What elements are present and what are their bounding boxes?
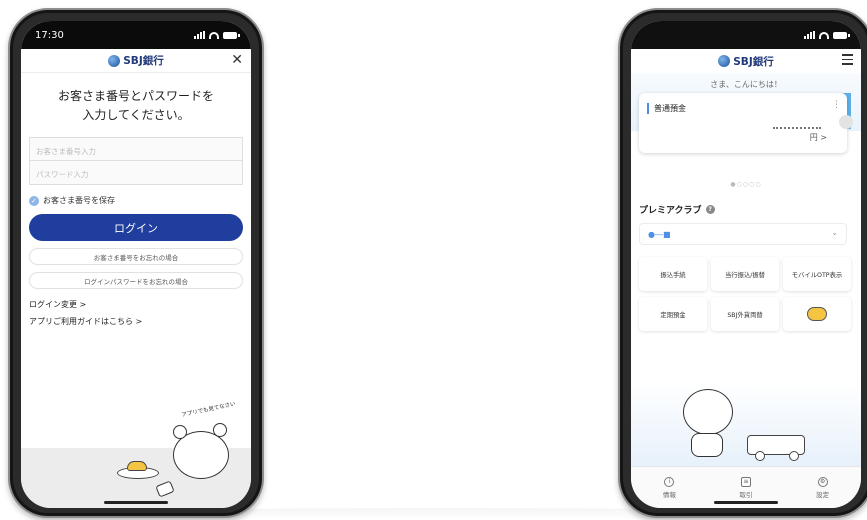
- club-rank-selector[interactable]: ●―■ ⌄: [639, 223, 847, 245]
- home-header: SBJ銀行: [631, 49, 861, 73]
- home-indicator: [714, 501, 778, 504]
- balance-currency-link[interactable]: 円 >: [810, 132, 827, 143]
- more-options-icon[interactable]: ⋮: [832, 100, 841, 110]
- title-line-2: 入力してください。: [82, 108, 190, 122]
- status-icons: [194, 31, 240, 39]
- illustration-area: [631, 381, 861, 466]
- app-guide-link[interactable]: アプリご利用ガイドはこちら >: [29, 316, 243, 327]
- tab-info[interactable]: i 情報: [631, 467, 708, 508]
- password-input[interactable]: パスワード入力: [29, 161, 243, 185]
- login-header: SBJ銀行 ✕: [21, 49, 251, 73]
- account-card[interactable]: 普通預金 ⋮ 円 >: [639, 93, 853, 153]
- wifi-icon: [209, 31, 219, 39]
- cart-wheel-icon: [755, 451, 765, 461]
- tab-settings[interactable]: ⚙ 設定: [784, 467, 861, 508]
- save-number-label: お客さま番号を保存: [43, 196, 115, 205]
- login-button[interactable]: ログイン: [29, 214, 243, 241]
- battery-icon: [223, 31, 240, 39]
- sbj-logo-mark-icon: [108, 54, 121, 67]
- menu-time-deposit[interactable]: 定期預金: [639, 297, 707, 331]
- sbj-logo-mark-icon: [718, 55, 731, 67]
- menu-icon[interactable]: [842, 54, 853, 68]
- close-icon[interactable]: ✕: [231, 52, 243, 68]
- menu-transfer-procedure[interactable]: 振込手続: [639, 257, 707, 291]
- brand-name: SBJ銀行: [123, 55, 164, 67]
- signal-icon: [804, 31, 815, 39]
- account-pager[interactable]: ●○○○○: [631, 181, 861, 188]
- bear-body-illustration: [691, 433, 723, 457]
- club-rank-value: ●―■: [648, 230, 671, 239]
- save-number-checkbox[interactable]: ✓ お客さま番号を保存: [29, 195, 243, 206]
- signal-icon: [194, 31, 205, 39]
- premier-club-title: プレミアクラブ: [639, 206, 702, 216]
- home-indicator: [104, 501, 168, 504]
- customer-number-input[interactable]: お客さま番号入力: [29, 137, 243, 161]
- forgot-number-button[interactable]: お客さま番号をお忘れの場合: [29, 248, 243, 265]
- menu-fx-exchange[interactable]: SBJ外貨両替: [711, 297, 779, 331]
- phone-home: SBJ銀行 さま、こんにちは！ 普通預金 ⋮ 円 > ●○○○○ プレミアクラブ…: [618, 8, 867, 518]
- login-change-link[interactable]: ログイン変更 >: [29, 299, 243, 310]
- tab-transactions-label: 取引: [739, 490, 753, 499]
- status-bar: 17:30: [21, 21, 251, 49]
- masked-balance: [773, 127, 821, 129]
- gear-icon: ⚙: [817, 476, 828, 487]
- bear-ear-icon: [173, 425, 187, 439]
- menu-internal-transfer[interactable]: 当行振込/振替: [711, 257, 779, 291]
- egg-character-icon: [807, 307, 827, 321]
- chevron-down-icon: ⌄: [831, 228, 838, 237]
- premier-club-header: プレミアクラブ ?: [639, 203, 715, 216]
- menu-mobile-otp[interactable]: モバイルOTP表示: [783, 257, 851, 291]
- bear-mascot-illustration: [683, 389, 733, 435]
- check-icon: ✓: [29, 195, 39, 206]
- tab-info-label: 情報: [662, 490, 676, 499]
- login-title: お客さま番号とパスワードを 入力してください。: [21, 87, 251, 125]
- screenshot-stage: 17:30 SBJ銀行 ✕ お客さま番号とパスワードを 入力してください。 お客…: [0, 0, 867, 520]
- status-icons: [804, 31, 850, 39]
- battery-icon: [833, 31, 850, 39]
- document-icon: ≡: [741, 476, 751, 487]
- account-name: 普通預金: [647, 103, 686, 114]
- bear-ear-icon: [213, 423, 227, 437]
- login-screen: 17:30 SBJ銀行 ✕ お客さま番号とパスワードを 入力してください。 お客…: [21, 21, 251, 508]
- cart-wheel-icon: [789, 451, 799, 461]
- sbj-logo: SBJ銀行: [718, 54, 774, 69]
- forgot-password-button[interactable]: ログインパスワードをお忘れの場合: [29, 272, 243, 289]
- egg-mascot-illustration: [127, 461, 147, 471]
- status-bar: [631, 21, 861, 49]
- brand-name: SBJ銀行: [733, 55, 774, 68]
- menu-egg-character[interactable]: [783, 297, 851, 331]
- status-time: 17:30: [35, 29, 64, 41]
- title-line-1: お客さま番号とパスワードを: [57, 89, 214, 103]
- tab-settings-label: 設定: [816, 490, 830, 499]
- help-icon[interactable]: ?: [705, 205, 715, 214]
- next-account-button[interactable]: [839, 115, 853, 129]
- home-screen: SBJ銀行 さま、こんにちは！ 普通預金 ⋮ 円 > ●○○○○ プレミアクラブ…: [631, 21, 861, 508]
- phone-login: 17:30 SBJ銀行 ✕ お客さま番号とパスワードを 入力してください。 お客…: [8, 8, 264, 518]
- wifi-icon: [819, 31, 829, 39]
- sbj-logo: SBJ銀行: [108, 53, 164, 68]
- info-icon: i: [664, 476, 675, 487]
- bear-speech-text: アプリでも見てなさい: [181, 401, 237, 419]
